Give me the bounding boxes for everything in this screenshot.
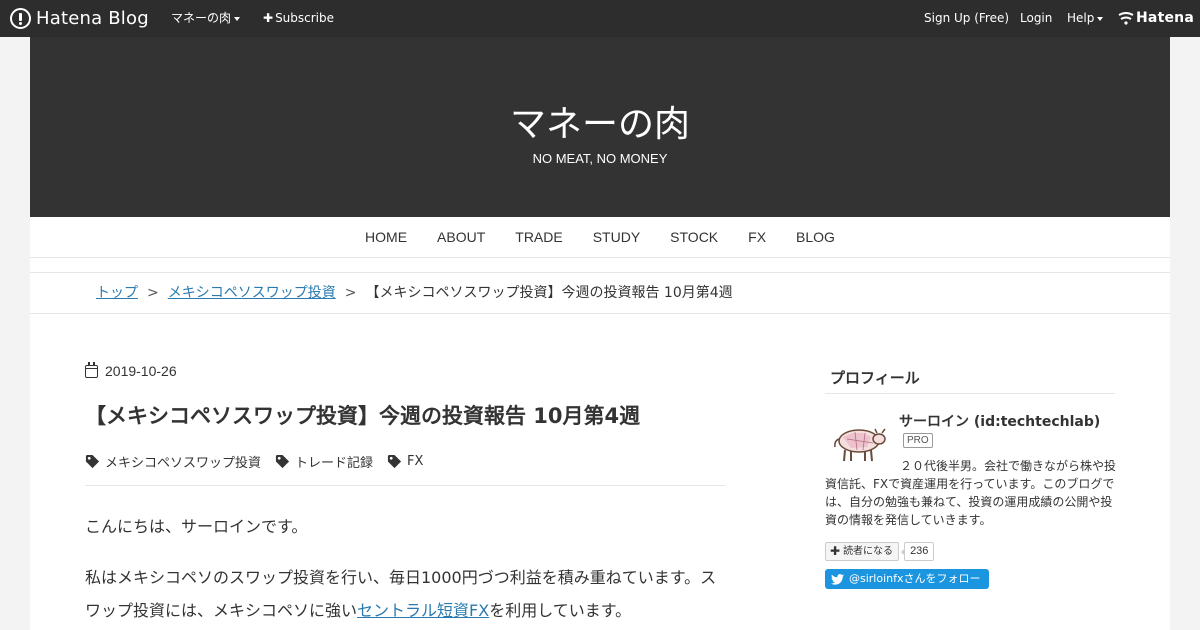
pro-badge: PRO bbox=[903, 433, 933, 448]
entry-date[interactable]: 2019-10-26 bbox=[85, 361, 177, 379]
help-menu[interactable]: Help bbox=[1067, 0, 1104, 37]
subscribe-widget: ✚ 読者になる 236 bbox=[825, 542, 935, 561]
nav-study[interactable]: STUDY bbox=[593, 229, 640, 245]
plus-icon: ✚ bbox=[830, 544, 841, 558]
subscribe-button-label: 読者になる bbox=[843, 546, 894, 557]
nav-fx[interactable]: FX bbox=[748, 229, 766, 245]
subscribe-button[interactable]: ✚ 読者になる bbox=[825, 542, 900, 561]
central-tanshi-fx-link[interactable]: セントラル短資FX bbox=[357, 601, 489, 620]
twitter-follow-label: @sirloinfxさんをフォロー bbox=[849, 572, 981, 585]
paragraph: こんにちは、サーロインです。 bbox=[85, 517, 308, 536]
tag-icon bbox=[387, 454, 402, 469]
category-label: トレード記録 bbox=[295, 456, 374, 471]
tag-icon bbox=[275, 454, 290, 469]
help-label: Help bbox=[1067, 11, 1095, 25]
category-link[interactable]: FX bbox=[387, 452, 423, 471]
subscribe-label: Subscribe bbox=[275, 11, 335, 25]
breadcrumb-current: 【メキシコペソスワップ投資】今週の投資報告 10月第4週 bbox=[365, 285, 733, 301]
page-container: マネーの肉 NO MEAT, NO MONEY HOME ABOUT TRADE… bbox=[30, 37, 1170, 630]
profile-heading: プロフィール bbox=[830, 369, 920, 387]
blog-title[interactable]: マネーの肉 bbox=[30, 95, 1170, 147]
nav-stock[interactable]: STOCK bbox=[670, 229, 718, 245]
blog-menu[interactable]: マネーの肉 bbox=[171, 0, 241, 37]
login-link[interactable]: Login bbox=[1020, 0, 1052, 37]
subscribe-link[interactable]: ✚ Subscribe bbox=[263, 0, 334, 37]
breadcrumb-separator: > bbox=[147, 285, 159, 301]
category-label: メキシコペソスワップ投資 bbox=[105, 456, 262, 471]
category-link[interactable]: メキシコペソスワップ投資 bbox=[85, 452, 261, 471]
hatena-blog-logo[interactable]: Hatena Blog bbox=[10, 7, 149, 29]
breadcrumb: トップ > メキシコペソスワップ投資 > 【メキシコペソスワップ投資】今週の投資報告 1… bbox=[30, 274, 1170, 314]
nav-home[interactable]: HOME bbox=[365, 229, 407, 245]
tag-icon bbox=[85, 454, 100, 469]
twitter-bird-icon bbox=[831, 573, 844, 585]
twitter-follow-button[interactable]: @sirloinfxさんをフォロー bbox=[825, 569, 989, 589]
category-link[interactable]: トレード記録 bbox=[275, 452, 373, 471]
blog-header: マネーの肉 NO MEAT, NO MONEY bbox=[30, 37, 1170, 217]
breadcrumb-separator: > bbox=[344, 285, 357, 301]
global-nav: HOME ABOUT TRADE STUDY STOCK FX BLOG bbox=[30, 217, 1170, 258]
entry-divider bbox=[85, 485, 725, 486]
blog-description: NO MEAT, NO MONEY bbox=[532, 151, 668, 166]
entry-title[interactable]: 【メキシコペソスワップ投資】今週の投資報告 10月第4週 bbox=[85, 400, 640, 430]
calendar-icon bbox=[85, 361, 98, 378]
profile-description: ２０代後半男。会社で働きながら株や投資信託、FXで資産運用を行っています。このブ… bbox=[825, 459, 1117, 527]
hatena-link[interactable]: Hatena bbox=[1136, 0, 1194, 37]
divider bbox=[30, 258, 1170, 273]
entry-date-text: 2019-10-26 bbox=[105, 363, 177, 379]
category-label: FX bbox=[407, 454, 424, 469]
paragraph-text: を利用しています。 bbox=[489, 601, 632, 620]
nav-trade[interactable]: TRADE bbox=[515, 229, 562, 245]
logo-text: Hatena Blog bbox=[36, 7, 149, 29]
plus-icon: ✚ bbox=[263, 11, 274, 25]
hatena-mark-icon bbox=[1118, 12, 1134, 25]
caret-down-icon bbox=[234, 16, 241, 21]
breadcrumb-category[interactable]: メキシコペソスワップ投資 bbox=[168, 285, 336, 301]
global-header: Hatena Blog マネーの肉 ✚ Subscribe Sign Up (Fr… bbox=[0, 0, 1200, 37]
divider bbox=[825, 393, 1115, 394]
hatena-logo-icon bbox=[10, 7, 31, 29]
entry-body: こんにちは、サーロインです。 私はメキシコペソのスワップ投資を行い、毎日1000… bbox=[85, 510, 730, 630]
paragraph: 私はメキシコペソのスワップ投資を行い、毎日1000円づつ利益を積み重ねています。… bbox=[85, 561, 730, 627]
entry-categories: メキシコペソスワップ投資 トレード記録 FX bbox=[85, 452, 437, 471]
nav-about[interactable]: ABOUT bbox=[437, 229, 485, 245]
caret-down-icon bbox=[1097, 16, 1104, 21]
nav-blog[interactable]: BLOG bbox=[796, 229, 835, 245]
subscriber-count[interactable]: 236 bbox=[901, 542, 935, 561]
breadcrumb-top[interactable]: トップ bbox=[96, 285, 138, 301]
signup-link[interactable]: Sign Up (Free) bbox=[924, 0, 1009, 37]
profile-name[interactable]: サーロイン (id:techtechlab) bbox=[899, 411, 1100, 431]
blog-menu-label: マネーの肉 bbox=[171, 11, 232, 25]
